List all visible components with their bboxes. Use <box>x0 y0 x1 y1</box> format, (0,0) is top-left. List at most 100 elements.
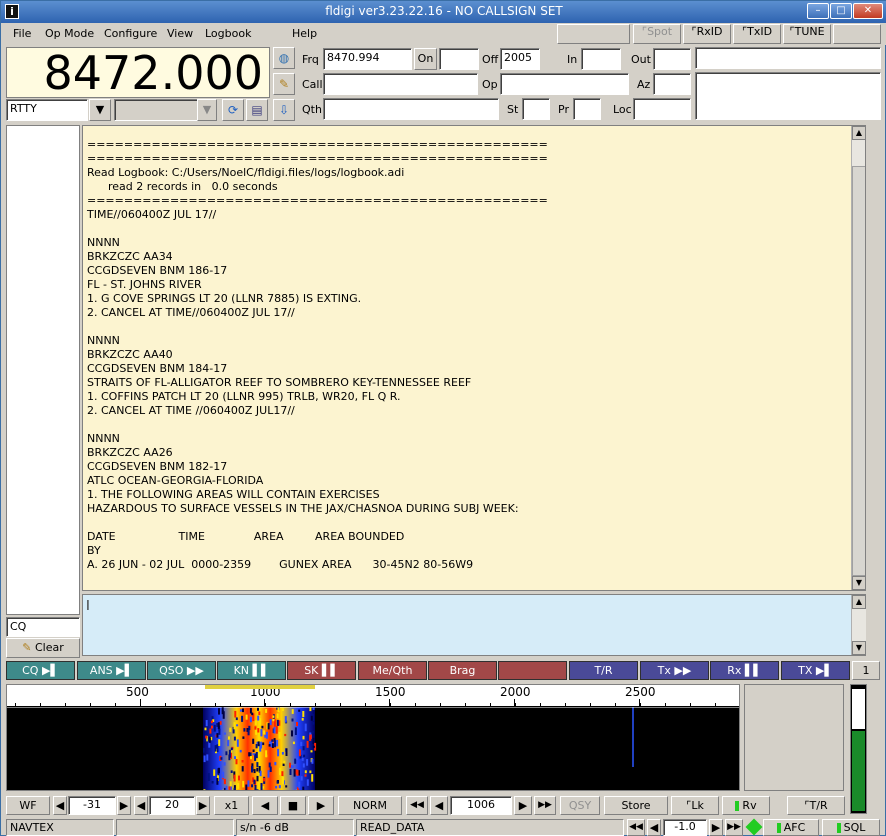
qsy-button[interactable]: QSY <box>560 796 600 815</box>
rst-out-field[interactable] <box>653 48 691 70</box>
menu-view[interactable]: View <box>167 27 193 40</box>
waterfall[interactable]: 500 1000 1500 2000 2500 <box>6 684 740 791</box>
tx-scrollbar[interactable]: ▲ ▼ <box>851 595 866 655</box>
province-field[interactable] <box>573 98 601 120</box>
cq-field[interactable]: CQ <box>6 617 80 637</box>
notes-field-1[interactable] <box>695 47 881 69</box>
macro-button-7[interactable]: Brag <box>428 661 497 680</box>
on-button[interactable]: On <box>414 48 437 70</box>
afc-button[interactable]: AFC <box>763 819 819 836</box>
hi-decrement-icon[interactable]: ◀ <box>134 796 148 815</box>
lo-decrement-icon[interactable]: ◀ <box>53 796 67 815</box>
qth-field[interactable] <box>323 98 499 120</box>
waterfall-display[interactable] <box>7 707 740 791</box>
macro-page-button[interactable]: 1 <box>852 661 880 680</box>
frq-field[interactable]: 8470.994 <box>323 48 412 70</box>
receive-text-pane[interactable]: ========================================… <box>82 125 866 591</box>
tune-button[interactable]: ⌜TUNE <box>783 24 831 44</box>
zoom-button[interactable]: x1 <box>214 796 249 815</box>
title-bar[interactable]: i fldigi ver3.23.22.16 - NO CALLSIGN SET… <box>1 1 886 23</box>
tx-scroll-up-icon[interactable]: ▲ <box>852 595 866 609</box>
frequency-display[interactable]: 8472.000 <box>6 47 270 99</box>
transmit-text-pane[interactable]: I ▲ ▼ <box>82 594 866 656</box>
store-button[interactable]: Store <box>604 796 668 815</box>
spot-button[interactable]: ⌜Spot <box>633 24 681 44</box>
macro-button-1[interactable]: CQ ▶▌ <box>6 661 75 680</box>
afc-fast-down-icon[interactable]: ◀◀ <box>627 819 645 836</box>
afc-fast-up-icon[interactable]: ▶▶ <box>725 819 743 836</box>
lock-button[interactable]: ⌜Lk <box>671 796 719 815</box>
rxid-button[interactable]: ⌜RxID <box>683 24 731 44</box>
close-button[interactable]: ✕ <box>853 3 883 19</box>
off-field[interactable]: 2005 <box>500 48 540 70</box>
freq-fast-down-icon[interactable]: ◀◀ <box>406 796 428 815</box>
macro-button-11[interactable]: Rx ▌▌ <box>710 661 779 680</box>
on-field[interactable] <box>439 48 479 70</box>
frequency-scale[interactable]: 500 1000 1500 2000 2500 <box>7 685 739 707</box>
menu-opmode[interactable]: Op Mode <box>45 27 94 40</box>
rst-in-field[interactable] <box>581 48 621 70</box>
scroll-down-icon[interactable]: ▼ <box>852 576 865 590</box>
freq-down-icon[interactable]: ◀ <box>430 796 448 815</box>
wf-hi-field[interactable]: 20 <box>149 796 195 815</box>
clear-button[interactable]: ✎ Clear <box>6 638 80 658</box>
mode-select[interactable]: RTTY <box>6 99 88 121</box>
wf-lo-field[interactable]: -31 <box>68 796 116 815</box>
macro-button-3[interactable]: QSO ▶▶ <box>147 661 216 680</box>
wf-right-icon[interactable]: ▶ <box>308 796 334 815</box>
locator-field[interactable] <box>633 98 691 120</box>
bandwidth-select[interactable] <box>114 99 202 121</box>
tx-scroll-down-icon[interactable]: ▼ <box>852 641 866 655</box>
az-field[interactable] <box>653 73 691 95</box>
status-snr: s/n -6 dB <box>236 819 354 836</box>
refresh-icon[interactable]: ⟳ <box>222 99 244 121</box>
blank-right-button[interactable] <box>833 24 881 44</box>
rx-scroll-thumb[interactable] <box>852 166 865 576</box>
clear-log-broom-icon[interactable]: ✎ <box>273 73 295 95</box>
save-log-icon[interactable]: ⇩ <box>273 99 295 121</box>
call-field[interactable] <box>323 73 478 95</box>
reverse-button[interactable]: Rv <box>722 796 770 815</box>
carrier-freq-field[interactable]: 1006 <box>450 796 512 815</box>
op-field[interactable] <box>500 73 629 95</box>
afc-up-icon[interactable]: ▶ <box>709 819 723 836</box>
menu-configure[interactable]: Configure <box>104 27 157 40</box>
wf-speed-button[interactable]: NORM <box>338 796 402 815</box>
wf-mode-button[interactable]: WF <box>6 796 50 815</box>
menu-file[interactable]: File <box>13 27 31 40</box>
afc-offset-field[interactable]: -1.0 <box>663 819 707 836</box>
wf-center-icon[interactable]: ■ <box>280 796 306 815</box>
macro-button-5[interactable]: SK ▌▌ <box>287 661 356 680</box>
mode-dropdown-icon[interactable]: ▼ <box>89 99 111 121</box>
macro-button-4[interactable]: KN ▌▌ <box>217 661 286 680</box>
macro-button-9[interactable]: T/R <box>569 661 638 680</box>
state-field[interactable] <box>522 98 550 120</box>
globe-icon[interactable]: ◍ <box>273 47 295 69</box>
wf-left-icon[interactable]: ◀ <box>252 796 278 815</box>
minimize-button[interactable]: – <box>807 3 829 19</box>
freq-fast-up-icon[interactable]: ▶▶ <box>534 796 556 815</box>
lo-increment-icon[interactable]: ▶ <box>117 796 131 815</box>
qso-list-pane[interactable] <box>6 125 80 615</box>
blank-top-button[interactable] <box>557 24 630 44</box>
scroll-up-icon[interactable]: ▲ <box>852 126 865 140</box>
waterfall-speckle <box>306 779 309 786</box>
afc-down-icon[interactable]: ◀ <box>647 819 661 836</box>
txid-button[interactable]: ⌜TxID <box>733 24 781 44</box>
rx-scrollbar[interactable]: ▲ ▼ <box>851 126 865 590</box>
macro-button-8[interactable] <box>498 661 567 680</box>
notes-field-2[interactable] <box>695 72 881 120</box>
freq-list-icon[interactable]: ▤ <box>246 99 268 121</box>
bandwidth-dropdown-icon[interactable]: ▼ <box>197 99 217 121</box>
macro-button-12[interactable]: TX ▶▌ <box>781 661 850 680</box>
macro-button-2[interactable]: ANS ▶▌ <box>77 661 146 680</box>
menu-logbook[interactable]: Logbook <box>205 27 251 40</box>
macro-button-6[interactable]: Me/Qth <box>358 661 427 680</box>
macro-button-10[interactable]: Tx ▶▶ <box>640 661 709 680</box>
hi-increment-icon[interactable]: ▶ <box>196 796 210 815</box>
tr-toggle-button[interactable]: ⌜T/R <box>787 796 845 815</box>
maximize-button[interactable]: □ <box>830 3 852 19</box>
menu-help[interactable]: Help <box>292 27 317 40</box>
sql-button[interactable]: SQL <box>822 819 880 836</box>
freq-up-icon[interactable]: ▶ <box>514 796 532 815</box>
